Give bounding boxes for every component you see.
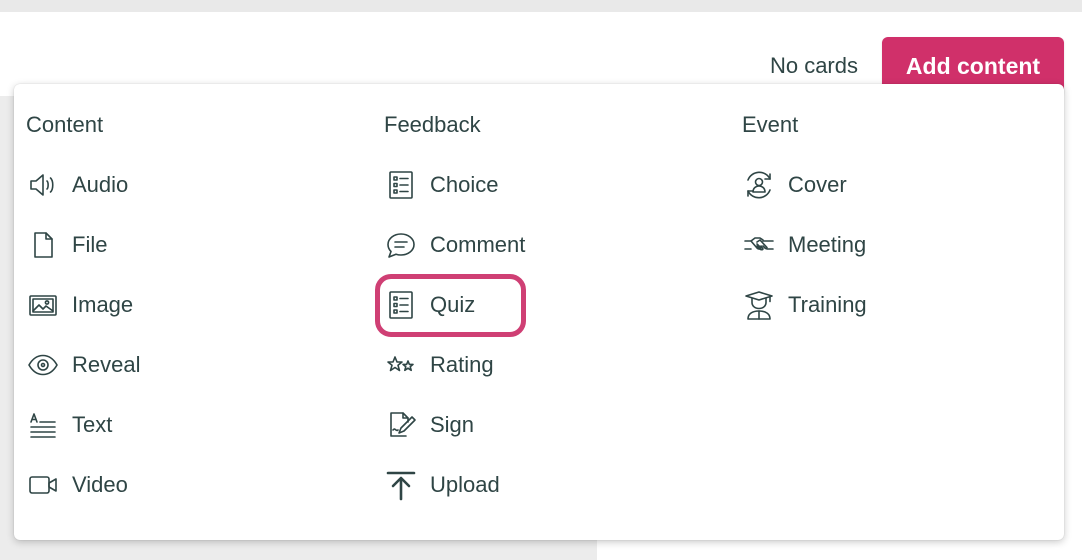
menu-item-image[interactable]: Image: [26, 283, 133, 327]
menu-item-cover[interactable]: Cover: [742, 163, 847, 207]
checklist-icon: [384, 288, 418, 322]
menu-item-label: File: [72, 232, 108, 257]
menu-item-file[interactable]: File: [26, 223, 107, 267]
menu-item-label: Reveal: [72, 352, 141, 377]
menu-item-text[interactable]: Text: [26, 403, 112, 447]
top-band: [0, 0, 1082, 12]
upload-icon: [384, 468, 418, 502]
menu-item-sign[interactable]: Sign: [384, 403, 474, 447]
add-content-menu: Content Audio File Image Reveal Text Vid: [14, 84, 1064, 540]
card-count-label: No cards: [769, 53, 858, 78]
menu-item-label: Text: [72, 412, 113, 437]
event-heading: Event: [742, 112, 799, 137]
menu-item-label: Choice: [430, 172, 499, 197]
stars-icon: [384, 348, 418, 382]
menu-item-label: Image: [72, 292, 134, 317]
menu-item-label: Meeting: [788, 232, 867, 257]
graduate-icon: [742, 288, 776, 322]
file-icon: [26, 228, 60, 262]
handshake-icon: [742, 228, 776, 262]
menu-item-comment[interactable]: Comment: [384, 223, 525, 267]
menu-item-label: Video: [72, 472, 128, 497]
menu-item-video[interactable]: Video: [26, 463, 128, 507]
menu-item-training[interactable]: Training: [742, 283, 867, 327]
checklist-icon: [384, 168, 418, 202]
eye-icon: [26, 348, 60, 382]
cover-user-icon: [742, 168, 776, 202]
image-icon: [26, 288, 60, 322]
menu-item-label: Sign: [430, 412, 475, 437]
menu-item-label: Cover: [788, 172, 847, 197]
signature-icon: [384, 408, 418, 442]
menu-item-rating[interactable]: Rating: [384, 343, 494, 387]
video-icon: [26, 468, 60, 502]
menu-item-label: Comment: [430, 232, 526, 257]
menu-item-choice[interactable]: Choice: [384, 163, 498, 207]
speaker-icon: [26, 168, 60, 202]
speech-bubble-icon: [384, 228, 418, 262]
content-heading: Content: [26, 112, 104, 137]
menu-item-label: Training: [788, 292, 867, 317]
menu-item-reveal[interactable]: Reveal: [26, 343, 140, 387]
menu-item-quiz[interactable]: Quiz: [384, 283, 475, 327]
text-icon: [26, 408, 60, 442]
menu-item-meeting[interactable]: Meeting: [742, 223, 866, 267]
menu-item-label: Audio: [72, 172, 129, 197]
menu-item-audio[interactable]: Audio: [26, 163, 128, 207]
menu-item-label: Quiz: [430, 292, 476, 317]
feedback-heading: Feedback: [384, 112, 481, 137]
menu-item-label: Upload: [430, 472, 500, 497]
menu-item-label: Rating: [430, 352, 494, 377]
menu-item-upload[interactable]: Upload: [384, 463, 500, 507]
